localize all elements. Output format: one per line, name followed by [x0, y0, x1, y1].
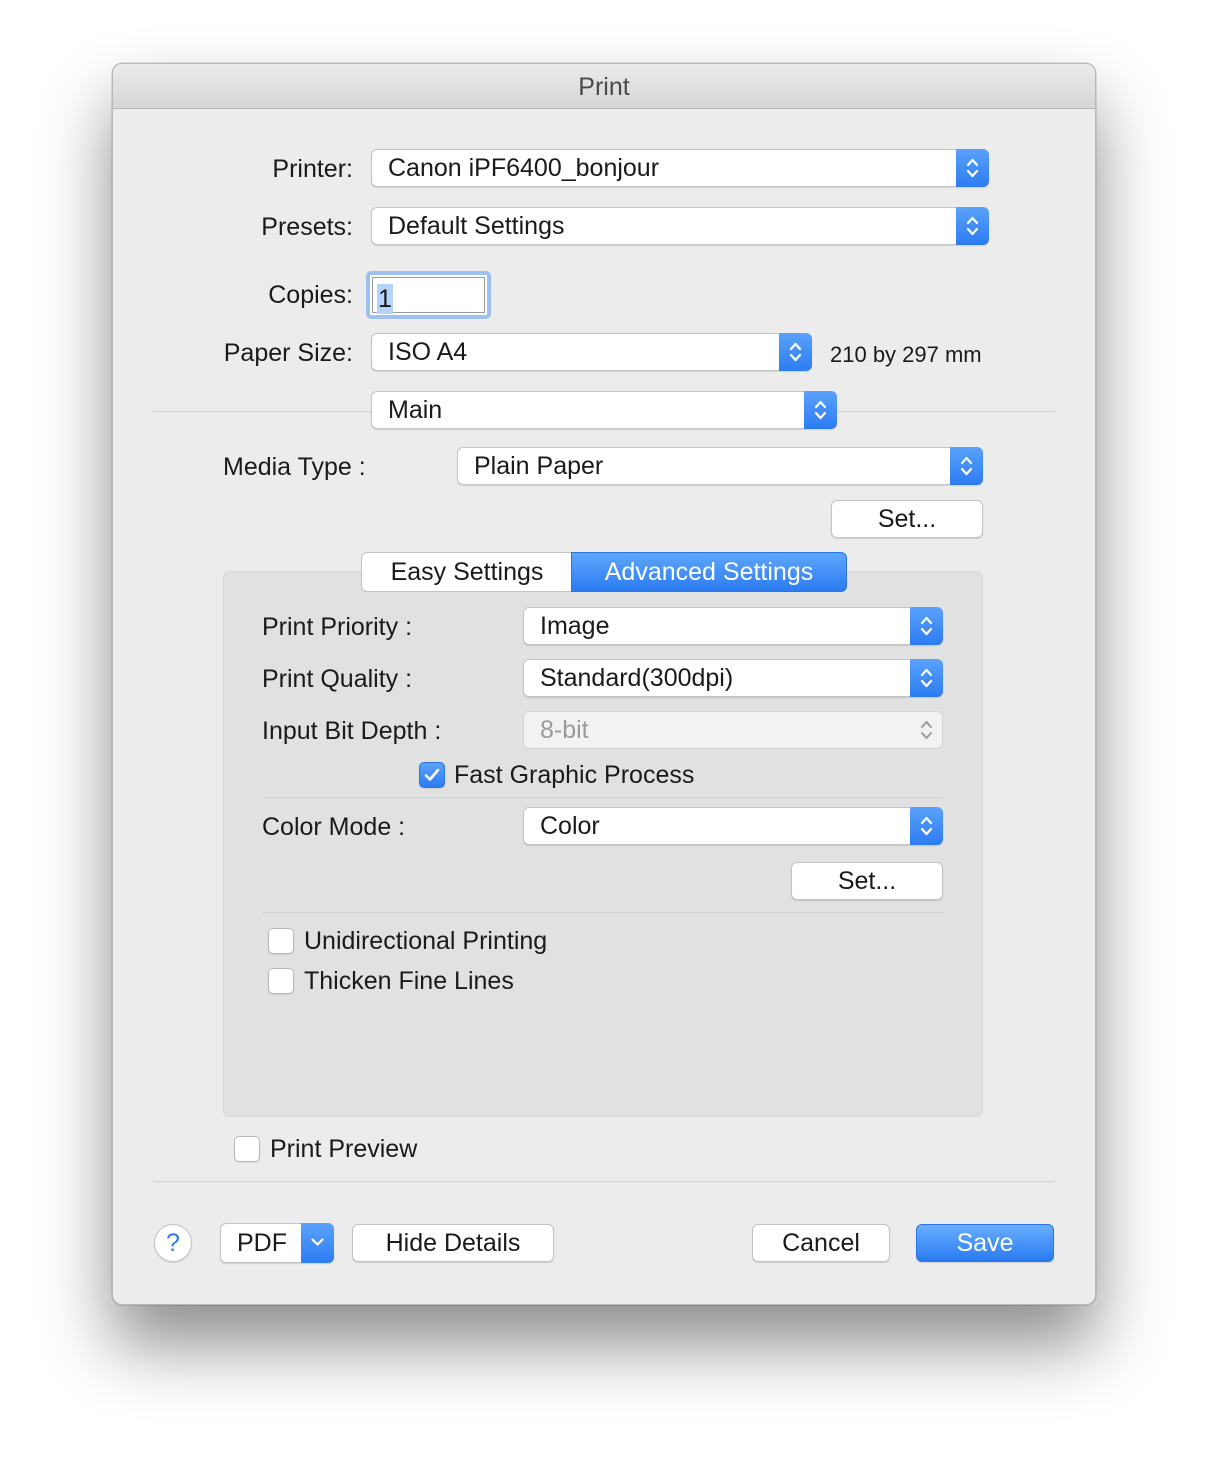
- color-mode-label: Color Mode :: [262, 813, 406, 841]
- print-preview-label: Print Preview: [270, 1135, 418, 1163]
- pdf-menu-button[interactable]: PDF: [220, 1223, 334, 1263]
- up-down-chevron-icon: [910, 659, 943, 697]
- up-down-chevron-icon: [804, 391, 837, 429]
- print-preview-checkbox[interactable]: [234, 1136, 260, 1162]
- paper-size-label: Paper Size:: [223, 339, 353, 367]
- input-bit-depth-value: 8-bit: [540, 716, 589, 744]
- copies-label: Copies:: [268, 281, 353, 309]
- media-type-value: Plain Paper: [474, 452, 604, 480]
- up-down-chevron-icon: [956, 207, 989, 245]
- save-button[interactable]: Save: [916, 1224, 1054, 1262]
- up-down-chevron-icon: [910, 711, 943, 749]
- print-priority-popup[interactable]: Image: [523, 607, 943, 645]
- panel-value: Main: [388, 396, 443, 424]
- thicken-lines-checkbox[interactable]: [268, 968, 294, 994]
- input-bit-depth-label: Input Bit Depth :: [262, 717, 442, 745]
- copies-value: 1: [377, 284, 393, 314]
- footer-separator: [153, 1181, 1055, 1182]
- presets-label: Presets:: [261, 213, 353, 241]
- tab-easy-settings[interactable]: Easy Settings: [361, 552, 572, 592]
- unidirectional-label: Unidirectional Printing: [304, 927, 548, 955]
- input-bit-depth-popup: 8-bit: [523, 711, 943, 749]
- printer-popup[interactable]: Canon iPF6400_bonjour: [371, 149, 989, 187]
- copies-input[interactable]: 1: [366, 271, 491, 319]
- print-quality-value: Standard(300dpi): [540, 664, 734, 692]
- chevron-down-icon: [301, 1223, 334, 1263]
- color-mode-set-button[interactable]: Set...: [791, 862, 943, 900]
- media-type-popup[interactable]: Plain Paper: [457, 447, 983, 485]
- paper-size-value: ISO A4: [388, 338, 468, 366]
- presets-value: Default Settings: [388, 212, 565, 240]
- media-type-set-button[interactable]: Set...: [831, 500, 983, 538]
- checkmark-icon: [424, 768, 440, 781]
- up-down-chevron-icon: [950, 447, 983, 485]
- thicken-lines-label: Thicken Fine Lines: [304, 967, 514, 995]
- group-separator-2: [263, 912, 943, 913]
- help-button[interactable]: ?: [154, 1224, 192, 1262]
- printer-value: Canon iPF6400_bonjour: [388, 154, 660, 182]
- print-quality-popup[interactable]: Standard(300dpi): [523, 659, 943, 697]
- pdf-label: PDF: [237, 1229, 287, 1257]
- cancel-button[interactable]: Cancel: [752, 1224, 890, 1262]
- presets-popup[interactable]: Default Settings: [371, 207, 989, 245]
- panel-popup[interactable]: Main: [371, 391, 837, 429]
- fast-graphic-checkbox[interactable]: [419, 762, 445, 788]
- print-quality-label: Print Quality :: [262, 665, 413, 693]
- up-down-chevron-icon: [910, 807, 943, 845]
- paper-dimensions: 210 by 297 mm: [830, 342, 982, 367]
- print-priority-value: Image: [540, 612, 610, 640]
- up-down-chevron-icon: [779, 333, 812, 371]
- tab-advanced-settings[interactable]: Advanced Settings: [571, 552, 847, 592]
- color-mode-value: Color: [540, 812, 600, 840]
- media-type-label: Media Type :: [223, 453, 366, 481]
- window-title: Print: [113, 64, 1095, 109]
- hide-details-button[interactable]: Hide Details: [352, 1224, 554, 1262]
- fast-graphic-label: Fast Graphic Process: [454, 761, 695, 789]
- print-dialog: Print Printer: Canon iPF6400_bonjour Pre…: [112, 63, 1096, 1305]
- print-priority-label: Print Priority :: [262, 613, 413, 641]
- up-down-chevron-icon: [910, 607, 943, 645]
- unidirectional-checkbox[interactable]: [268, 928, 294, 954]
- paper-size-popup[interactable]: ISO A4: [371, 333, 812, 371]
- up-down-chevron-icon: [956, 149, 989, 187]
- color-mode-popup[interactable]: Color: [523, 807, 943, 845]
- group-separator-1: [263, 797, 943, 798]
- printer-label: Printer:: [272, 155, 353, 183]
